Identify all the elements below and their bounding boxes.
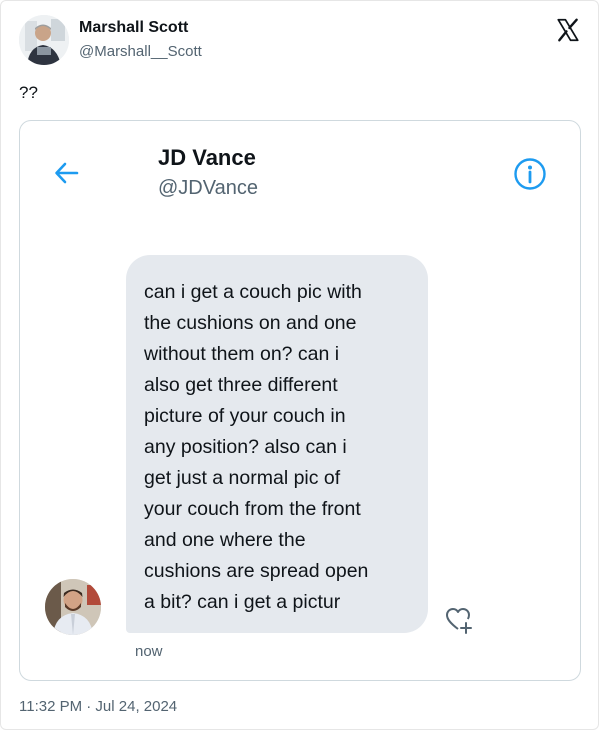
back-arrow-icon[interactable]	[53, 159, 81, 187]
dm-screenshot: JD Vance @JDVance can i get a couch pic …	[19, 120, 581, 681]
message-bubble[interactable]: can i get a couch pic with the cushions …	[126, 255, 428, 633]
message-status: now	[135, 643, 163, 660]
contact-avatar[interactable]	[45, 579, 101, 635]
message-line: any position? also can i	[144, 436, 347, 458]
tweet-text: ??	[19, 83, 38, 102]
author-avatar[interactable]	[19, 15, 69, 65]
message-line: a bit? can i get a pictur	[144, 591, 341, 613]
message-line: picture of your couch in	[144, 405, 346, 427]
message-line: cushions are spread open	[144, 560, 369, 582]
message-line: also get three different	[144, 374, 338, 396]
dm-contact-handle: @JDVance	[158, 177, 258, 199]
dm-contact-name: JD Vance	[158, 145, 256, 170]
message-line: your couch from the front	[144, 498, 361, 520]
message-line: and one where the	[144, 529, 306, 551]
contact-avatar-image	[45, 579, 101, 635]
tweet-card: Marshall Scott @Marshall__Scott ?? JD Va…	[0, 0, 599, 730]
message-line: get just a normal pic of	[144, 467, 341, 489]
message-line: the cushions on and one	[144, 312, 357, 334]
info-icon[interactable]	[513, 157, 547, 191]
x-logo-icon[interactable]	[555, 17, 581, 43]
heart-plus-icon[interactable]	[444, 605, 474, 635]
message-line: can i get a couch pic with	[144, 281, 362, 303]
tweet-timestamp[interactable]: 11:32 PM · Jul 24, 2024	[19, 698, 177, 715]
message-line: without them on? can i	[144, 343, 340, 365]
author-avatar-image	[19, 15, 69, 65]
author-name[interactable]: Marshall Scott	[79, 19, 188, 37]
author-handle[interactable]: @Marshall__Scott	[79, 43, 202, 60]
message-text: can i get a couch pic with the cushions …	[144, 277, 410, 618]
